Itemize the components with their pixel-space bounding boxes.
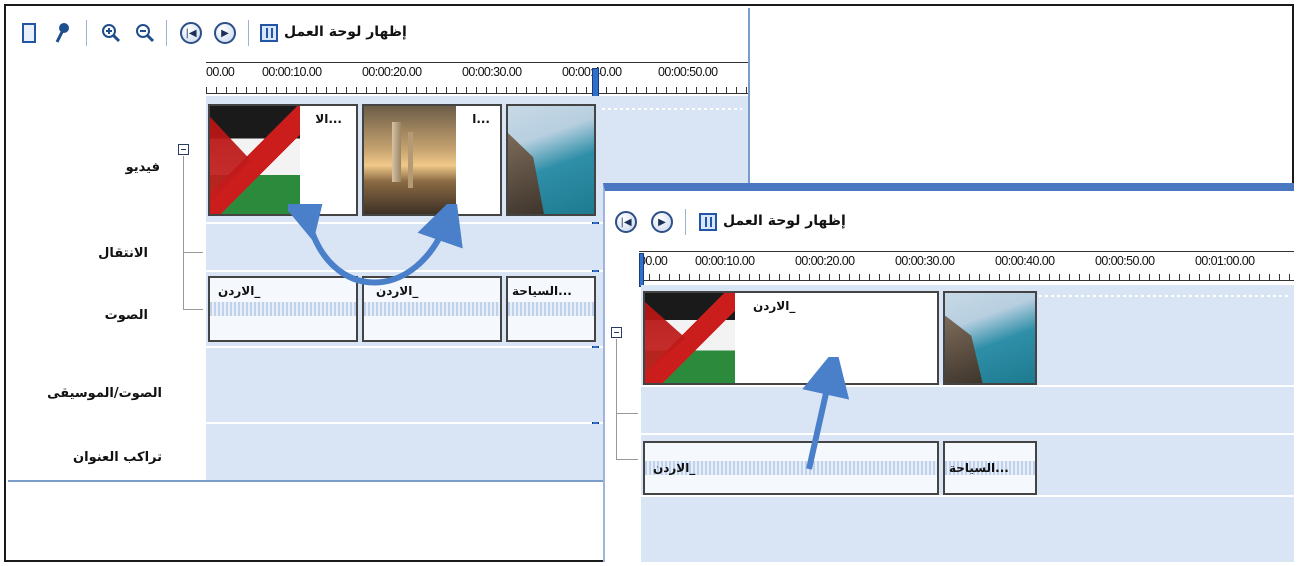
ruler-tickmarks [206,87,748,93]
audio-clip[interactable]: ...السياحة [506,276,596,342]
playhead[interactable] [639,253,644,287]
zoom-in-icon[interactable] [98,20,124,46]
transition-track[interactable] [641,387,1294,433]
toolbar-separator [685,209,686,235]
jordan-flag-thumbnail [210,106,300,214]
dead-sea-thumbnail [945,293,1035,383]
tree-line [183,309,203,310]
ruler-tick: 00.00 [206,65,235,79]
drop-guide [1039,295,1289,297]
music-track[interactable] [641,497,1294,562]
tree-line [183,156,184,310]
ruler-tick: 00:01:00.00 [1195,254,1255,268]
clip-caption: _الاردن [753,299,796,313]
zoom-out-icon[interactable] [132,20,158,46]
audio-waveform [508,302,594,316]
rewind-icon[interactable]: |◀ [615,211,637,233]
ruler-tick: 00:00:40.00 [995,254,1055,268]
video-clip[interactable]: ...الا [208,104,358,216]
timeline-ruler[interactable]: 00.00 00:00:10.00 00:00:20.00 00:00:30.0… [206,62,748,94]
clip-caption: _الاردن [218,284,261,298]
ruler-tick: 00:00:30.00 [462,65,522,79]
storyboard-icon[interactable] [260,24,278,42]
ruler-tickmarks [639,274,1294,280]
show-storyboard-button[interactable]: إظهار لوحة العمل [723,213,846,229]
timeline-ruler[interactable]: 00.00 00:00:10.00 00:00:20.00 00:00:30.0… [639,251,1294,281]
ruler-tick: 00:00:20.00 [362,65,422,79]
timeline-toolbar: |◀ ▶ إظهار لوحة العمل [8,8,748,60]
jordan-flag-thumbnail [645,293,735,383]
ruler-tick: 00:00:20.00 [795,254,855,268]
video-track-label: فيديو [125,160,160,175]
collapse-video-expander[interactable] [178,144,189,155]
video-clip[interactable]: ...ا [362,104,502,216]
transition-track-label: الانتقال [98,246,148,261]
ruler-tick: 00:00:50.00 [1095,254,1155,268]
swap-arrow-icon [288,204,463,286]
tree-line [616,413,638,414]
dead-sea-thumbnail [508,106,594,214]
video-clip[interactable] [943,291,1037,385]
video-clip[interactable] [506,104,596,216]
timeline-panel-after: |◀ ▶ إظهار لوحة العمل 00.00 00:00:10.00 … [603,183,1294,562]
play-icon[interactable]: ▶ [651,211,673,233]
merge-arrow-icon [802,357,850,470]
audio-waveform [210,302,356,316]
narrate-microphone-icon[interactable] [50,20,76,46]
clip-caption: _الاردن [653,461,696,475]
audio-waveform [364,302,500,316]
collapse-video-expander[interactable] [611,327,622,338]
storyboard-icon[interactable] [699,213,717,231]
toolbar-separator [248,20,249,46]
toolbar-separator [86,20,87,46]
ruler-tick: 00:00:30.00 [895,254,955,268]
audio-clip[interactable]: ...السياحة [943,441,1037,495]
tree-line [616,339,617,459]
clip-caption: ...السياحة [512,284,572,298]
music-track-label: الصوت/الموسيقى [47,386,162,401]
ruins-thumbnail [364,106,456,214]
title-overlay-track-label: تراكب العنوان [73,450,162,465]
toolbar-separator [166,20,167,46]
rewind-icon[interactable]: |◀ [180,22,202,44]
clip-caption: ...ا [472,112,490,126]
storyboard-toggle-icon[interactable] [16,20,42,46]
audio-track-label: الصوت [104,308,148,323]
show-storyboard-button[interactable]: إظهار لوحة العمل [284,24,407,40]
clip-caption: ...السياحة [949,461,1009,475]
clip-caption: ...الا [315,112,342,126]
ruler-tick: 00:00:10.00 [695,254,755,268]
play-icon[interactable]: ▶ [214,22,236,44]
tree-line [183,252,203,253]
tree-line [616,459,638,460]
ruler-tick: 00:00:50.00 [658,65,718,79]
ruler-tick: 00:00:10.00 [262,65,322,79]
drop-guide [602,108,742,110]
